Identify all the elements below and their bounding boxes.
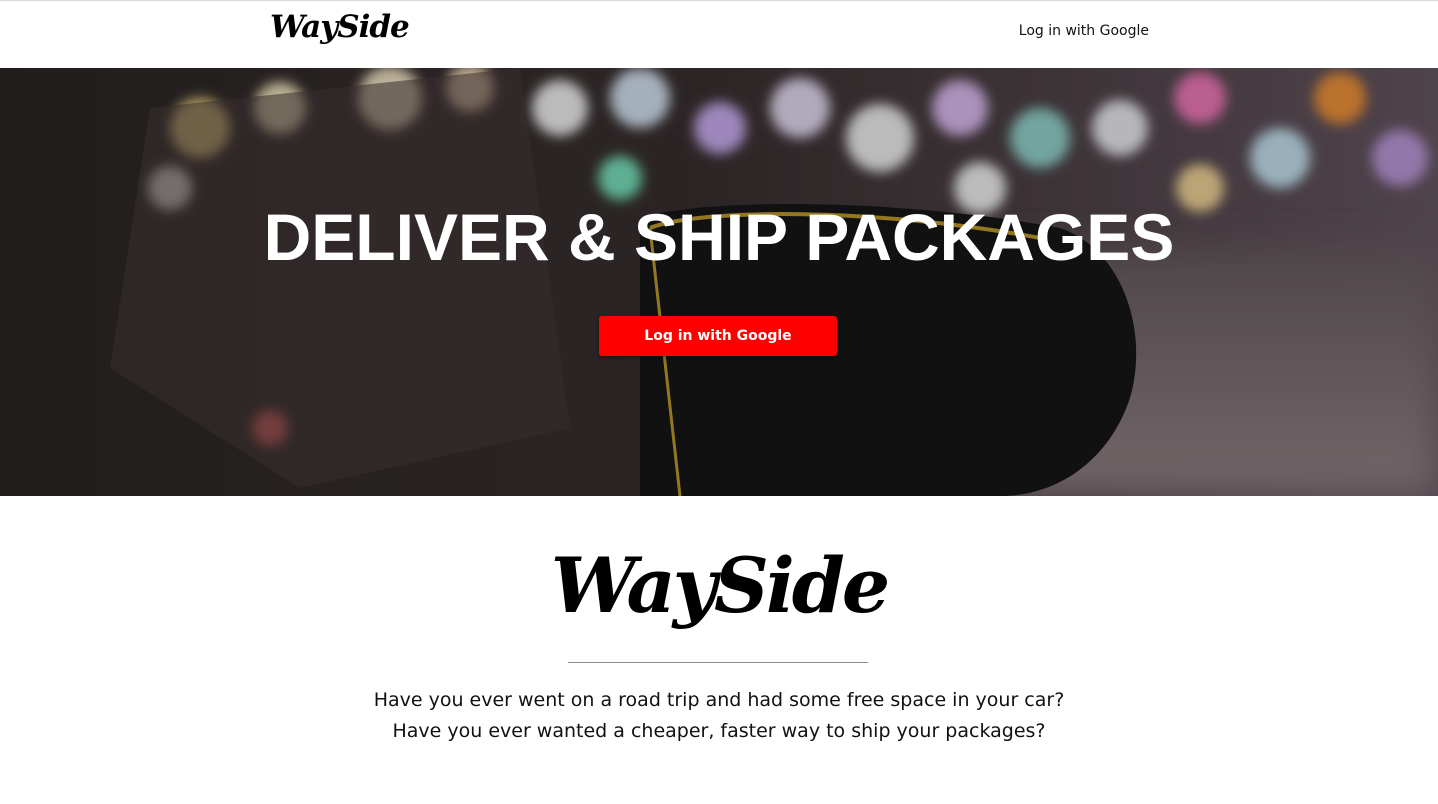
hero-login-google-button[interactable]: Log in with Google: [599, 316, 837, 356]
nav-login-google-link[interactable]: Log in with Google: [1019, 23, 1149, 39]
hero-overlay: [0, 68, 1438, 496]
about-divider: [568, 662, 868, 663]
hero-section: DELIVER & SHIP PACKAGES Log in with Goog…: [0, 68, 1438, 496]
top-navbar: WaySide Log in with Google: [0, 0, 1438, 68]
brand-logo[interactable]: WaySide: [270, 9, 410, 45]
about-brand-logo: WaySide: [550, 541, 890, 630]
hero-title: DELIVER & SHIP PACKAGES: [263, 200, 1175, 274]
about-tagline-line-2: Have you ever wanted a cheaper, faster w…: [392, 720, 1046, 742]
about-tagline-line-1: Have you ever went on a road trip and ha…: [373, 689, 1065, 711]
about-section: WaySide Have you ever went on a road tri…: [0, 496, 1438, 804]
